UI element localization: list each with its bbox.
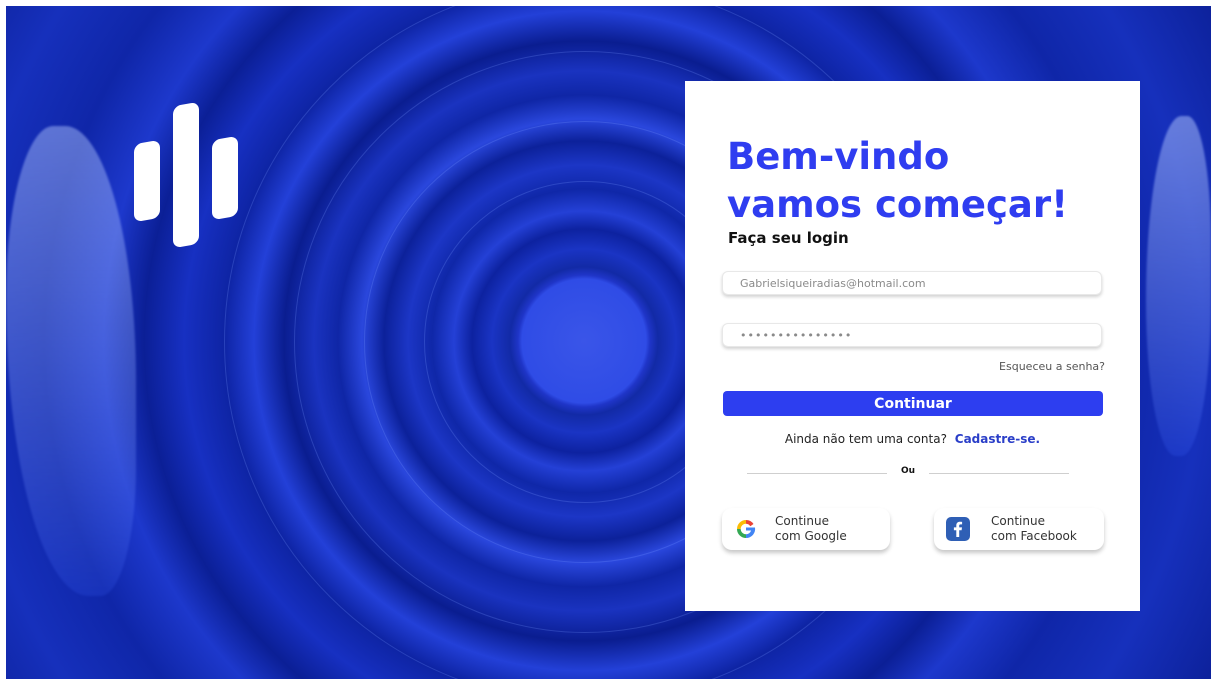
signup-link[interactable]: Cadastre-se. [955, 432, 1040, 446]
google-login-button[interactable]: Continue com Google [722, 508, 890, 550]
google-button-label: Continue com Google [775, 514, 847, 543]
divider-label: Ou [900, 466, 916, 476]
facebook-button-label: Continue com Facebook [991, 514, 1077, 543]
title-line-1: Bem-vindo [727, 135, 950, 178]
login-panel: Bem-vindo vamos começar! Faça seu login … [685, 81, 1140, 611]
facebook-login-button[interactable]: Continue com Facebook [934, 508, 1104, 550]
login-subtitle: Faça seu login [728, 229, 849, 247]
signup-prompt: Ainda não tem uma conta? Cadastre-se. [685, 432, 1140, 446]
brand-logo-icon [126, 101, 246, 254]
continue-button[interactable]: Continuar [723, 391, 1103, 416]
title-line-2: vamos começar! [727, 183, 1068, 226]
password-field[interactable] [722, 323, 1102, 347]
forgot-password-link[interactable]: Esqueceu a senha? [999, 360, 1105, 373]
signup-prompt-text: Ainda não tem uma conta? [784, 432, 947, 446]
light-streak [6, 126, 136, 596]
facebook-icon [946, 517, 970, 541]
email-field[interactable] [722, 271, 1102, 295]
light-streak [1146, 116, 1211, 456]
hero-background: Bem-vindo vamos começar! Faça seu login … [6, 6, 1211, 679]
or-divider: Ou [747, 466, 1069, 480]
google-icon [734, 517, 758, 541]
page-title: Bem-vindo vamos começar! [727, 133, 1137, 229]
